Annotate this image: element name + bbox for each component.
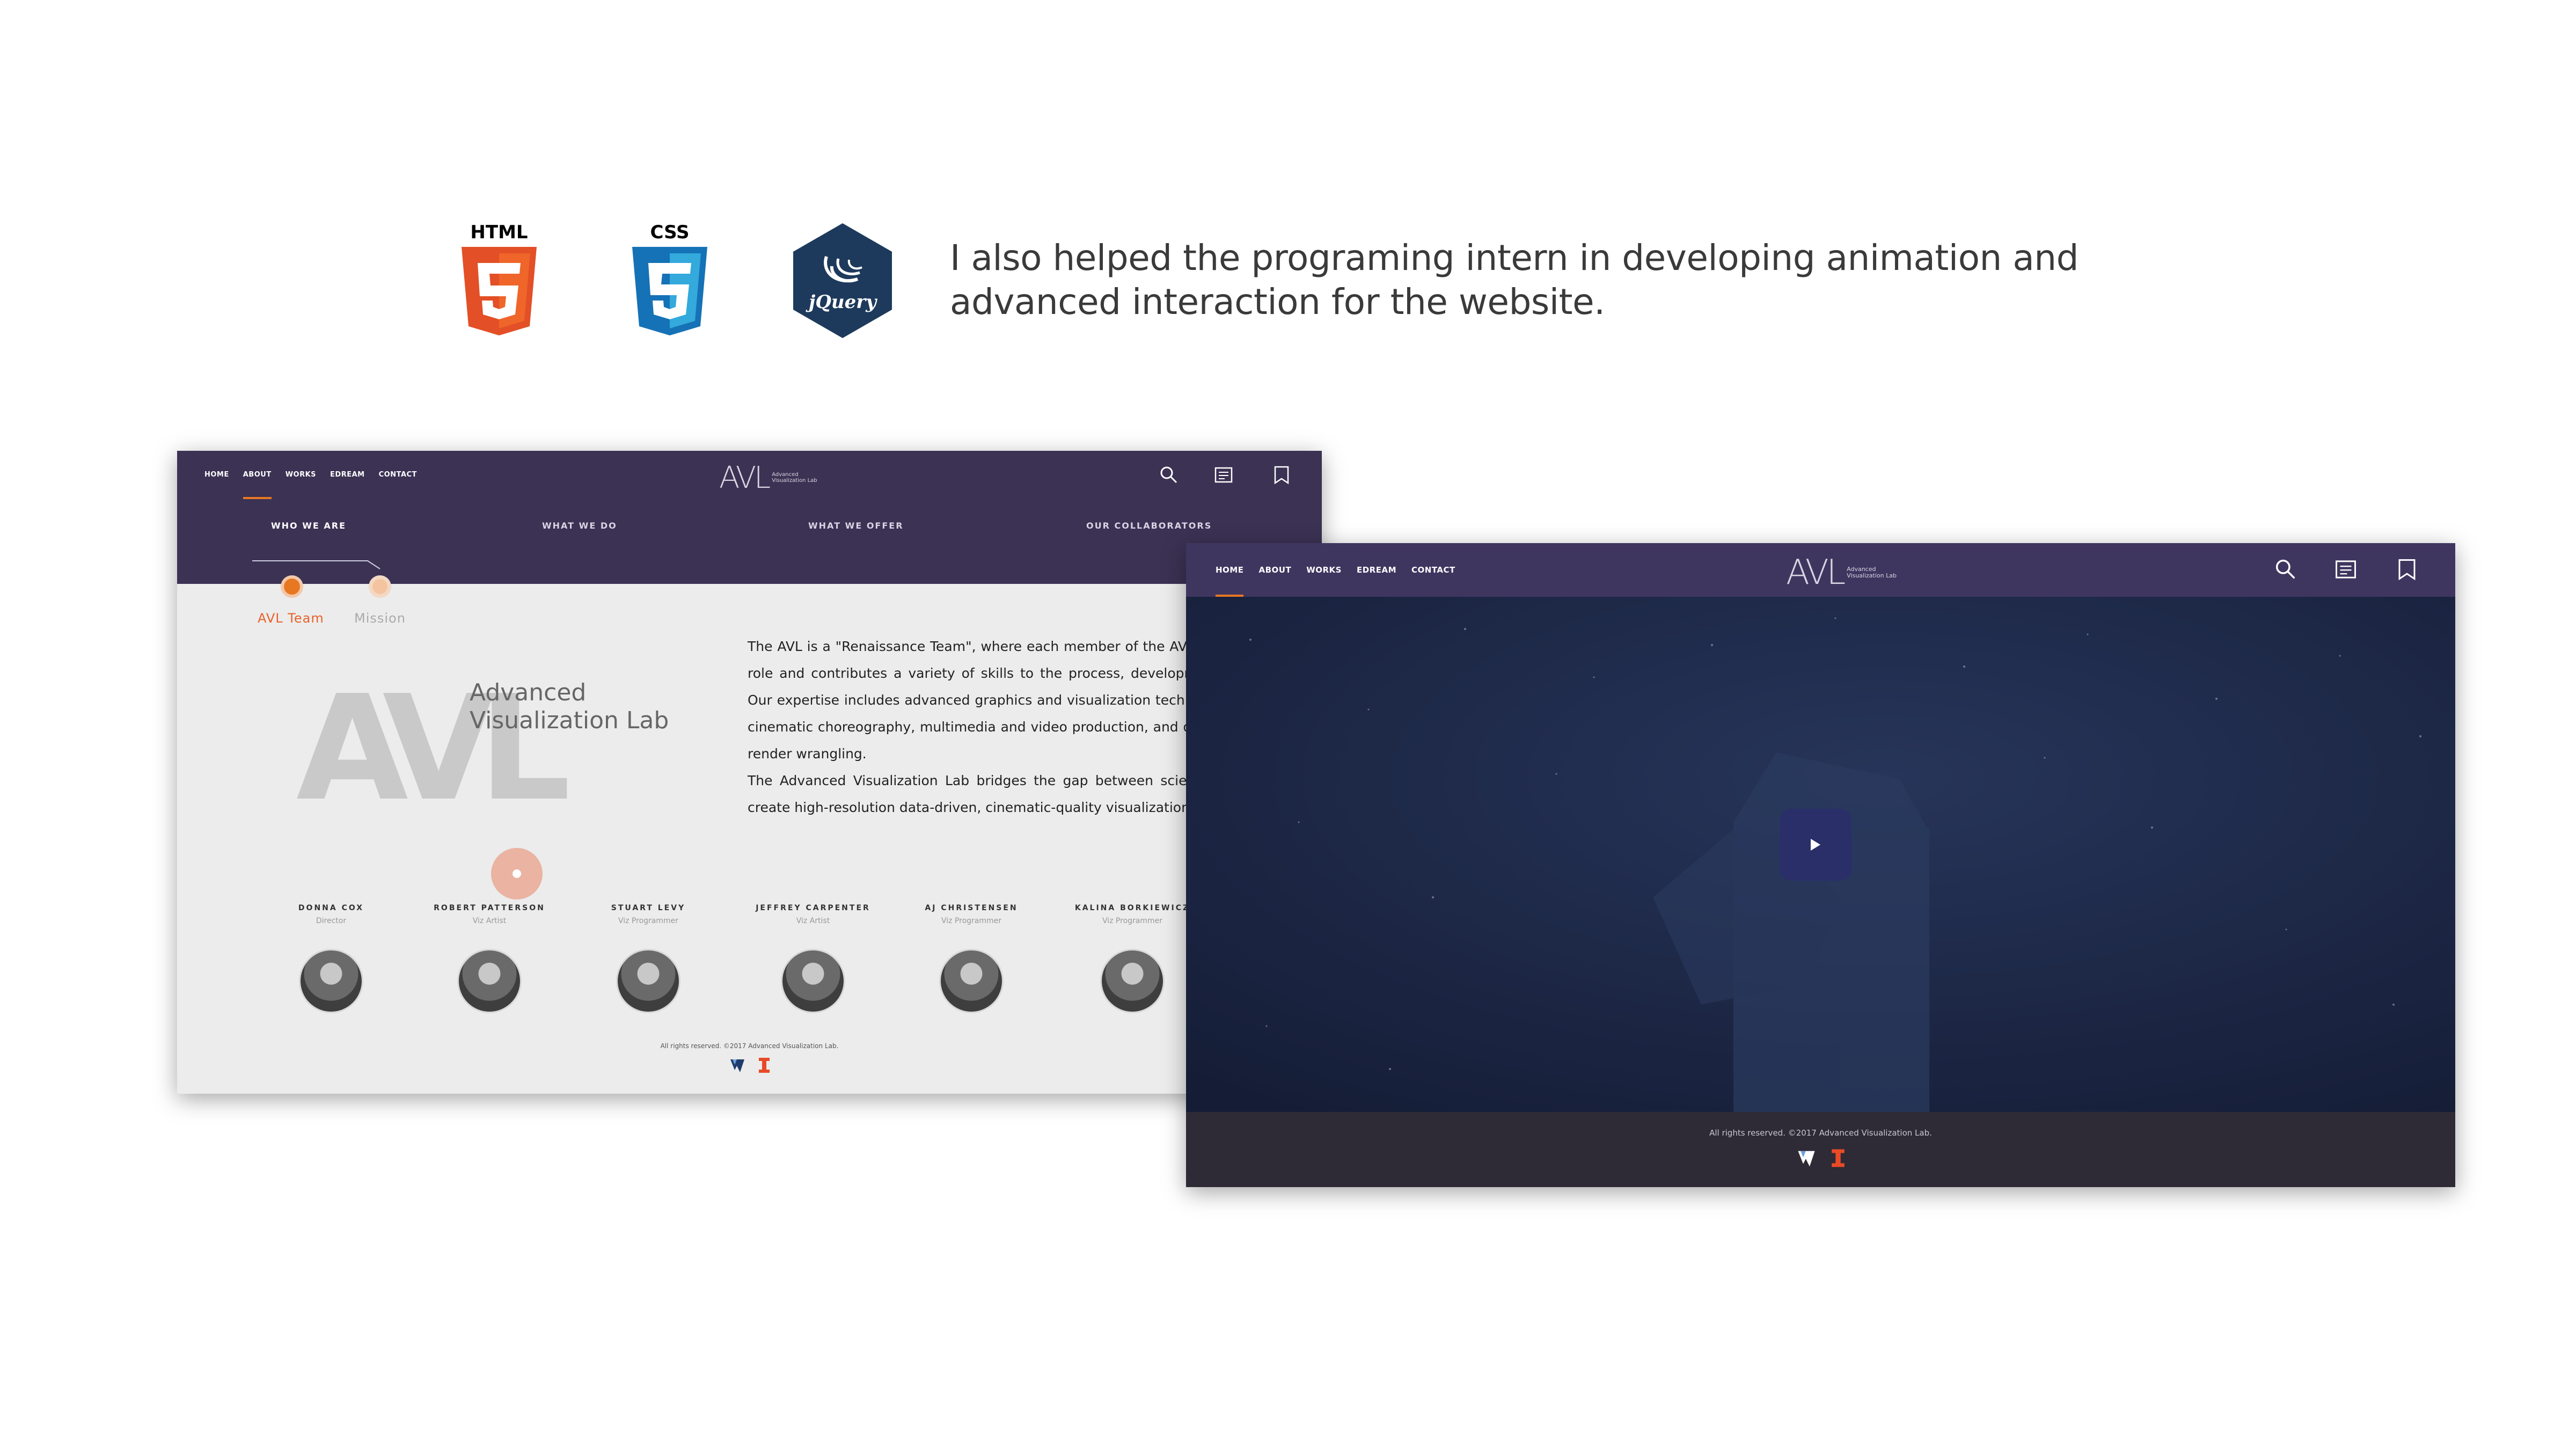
nav-works[interactable]: WORKS: [1306, 543, 1342, 597]
member-name: STUART LEVY: [611, 904, 686, 912]
avatar[interactable]: [457, 949, 522, 1013]
home-footer: All rights reserved. ©2017 Advanced Visu…: [1186, 1112, 2455, 1187]
brand-sub-line1: Advanced: [772, 472, 799, 478]
avl-large-logo-subtitle: Advanced Visualization Lab: [470, 679, 669, 735]
css-label: CSS: [650, 222, 689, 243]
news-icon[interactable]: [1214, 465, 1233, 485]
nav-about[interactable]: ABOUT: [1258, 543, 1291, 597]
about-footer: All rights reserved. ©2017 Advanced Visu…: [177, 1042, 1322, 1073]
avl-large-logo-line1: Advanced: [470, 679, 587, 706]
news-icon[interactable]: [2334, 558, 2357, 581]
top-navbar: HOME ABOUT WORKS EDREAM CONTACT AVL Adva…: [1186, 543, 2455, 597]
subnav-what-we-offer[interactable]: WHAT WE OFFER: [808, 499, 904, 553]
about-page-screenshot: HOME ABOUT WORKS EDREAM CONTACT AVL Adva…: [177, 451, 1322, 1094]
university-logo-icon[interactable]: [729, 1057, 745, 1073]
illinois-logo-icon[interactable]: [1831, 1148, 1845, 1168]
team-member[interactable]: AJ CHRISTENSEN Viz Programmer: [891, 904, 1052, 1013]
member-name: JEFFREY CARPENTER: [756, 904, 870, 912]
timeline-label-avl-team[interactable]: AVL Team: [258, 611, 324, 626]
timeline-dot-avl-team[interactable]: [284, 579, 300, 595]
brand-sub-line2: Visualization Lab: [1847, 572, 1897, 579]
avatar[interactable]: [1100, 949, 1165, 1013]
home-page-screenshot: HOME ABOUT WORKS EDREAM CONTACT AVL Adva…: [1186, 543, 2455, 1187]
search-icon[interactable]: [1159, 465, 1179, 485]
university-logo-icon[interactable]: [1797, 1148, 1816, 1168]
brand-subtitle: Advanced Visualization Lab: [1847, 566, 1897, 579]
play-button[interactable]: [1780, 809, 1851, 881]
jquery-label: jQuery: [806, 291, 877, 313]
timeline-label-mission[interactable]: Mission: [354, 611, 406, 626]
member-name: ROBERT PATTERSON: [434, 904, 545, 912]
nav-edream[interactable]: EDREAM: [1357, 543, 1396, 597]
brand-logo[interactable]: AVL Advanced Visualization Lab: [1786, 553, 1897, 592]
team-member[interactable]: DONNA COX Director: [251, 904, 412, 1013]
nav-contact[interactable]: CONTACT: [1411, 543, 1455, 597]
member-name: AJ CHRISTENSEN: [925, 904, 1018, 912]
play-icon: [1811, 839, 1820, 851]
avatar[interactable]: [781, 949, 845, 1013]
team-member[interactable]: ROBERT PATTERSON Viz Artist: [409, 904, 570, 1013]
bookmark-icon[interactable]: [2396, 558, 2418, 581]
nav-home[interactable]: HOME: [1216, 543, 1244, 597]
member-role: Viz Artist: [796, 917, 830, 925]
footer-copyright: All rights reserved. ©2017 Advanced Visu…: [1709, 1128, 1932, 1138]
brand-mark: AVL: [719, 460, 771, 495]
avatar[interactable]: [616, 949, 680, 1013]
member-role: Director: [316, 917, 347, 925]
css3-logo-icon: CSS: [627, 220, 713, 338]
avl-large-logo-line2: Visualization Lab: [470, 707, 669, 734]
member-role: Viz Programmer: [941, 917, 1002, 925]
member-role: Viz Programmer: [618, 917, 679, 925]
search-icon[interactable]: [2274, 558, 2297, 581]
brand-subtitle: Advanced Visualization Lab: [772, 472, 817, 484]
member-role: Viz Artist: [472, 917, 507, 925]
member-name: DONNA COX: [298, 904, 364, 912]
html5-logo-icon: HTML: [456, 220, 542, 338]
section-timeline: [252, 560, 391, 598]
hover-cursor-indicator: [491, 848, 543, 899]
illinois-logo-icon[interactable]: [758, 1057, 770, 1073]
team-member[interactable]: STUART LEVY Viz Programmer: [568, 904, 729, 1013]
brand-mark: AVL: [1786, 553, 1846, 592]
jquery-logo-icon: jQuery: [789, 221, 896, 340]
html-label: HTML: [470, 222, 528, 243]
team-member[interactable]: JEFFREY CARPENTER Viz Artist: [733, 904, 894, 1013]
avatar[interactable]: [299, 949, 363, 1013]
main-nav: HOME ABOUT WORKS EDREAM CONTACT: [1216, 543, 1470, 597]
avatar[interactable]: [939, 949, 1004, 1013]
caption-text: I also helped the programing intern in d…: [950, 237, 2079, 323]
bookmark-icon[interactable]: [1272, 465, 1291, 485]
footer-copyright: All rights reserved. ©2017 Advanced Visu…: [660, 1042, 839, 1050]
brand-logo[interactable]: AVL Advanced Visualization Lab: [719, 460, 817, 495]
brand-sub-line2: Visualization Lab: [772, 477, 817, 484]
